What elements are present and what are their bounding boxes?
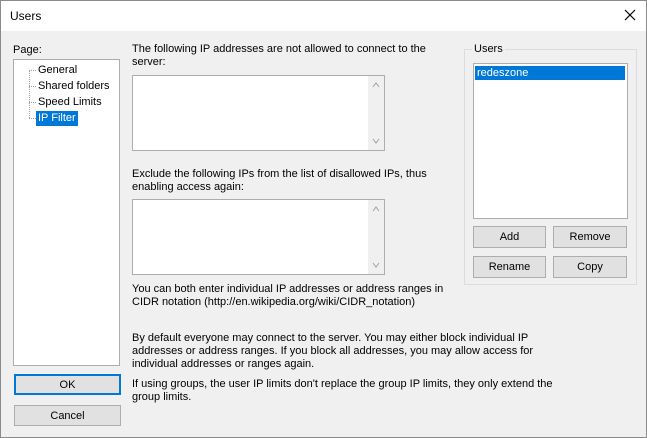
disallowed-ips-label: The following IP addresses are not allow… [132, 43, 426, 68]
close-button[interactable] [614, 1, 646, 31]
window-title: Users [10, 9, 42, 23]
tree-item-shared-folders[interactable]: Shared folders [36, 79, 112, 94]
disallowed-ips-scrollbar[interactable] [368, 76, 384, 150]
tree-connector [29, 118, 36, 119]
close-icon [624, 9, 636, 21]
exclude-ips-label: Exclude the following IPs from the list … [132, 168, 427, 193]
disallowed-ips-textarea[interactable] [132, 75, 385, 151]
rename-user-button[interactable]: Rename [473, 256, 546, 278]
user-list-item[interactable]: redeszone [475, 66, 625, 80]
copy-user-button[interactable]: Copy [553, 256, 627, 278]
group-limits-hint-text: If using groups, the user IP limits don'… [132, 378, 553, 403]
tree-item-general[interactable]: General [36, 63, 79, 78]
ok-button[interactable]: OK [14, 374, 121, 395]
tree-connector [29, 86, 36, 87]
remove-user-button[interactable]: Remove [553, 226, 627, 248]
title-bar[interactable]: Users [1, 1, 646, 31]
exclude-ips-scrollbar[interactable] [368, 200, 384, 274]
scroll-down-icon[interactable] [372, 261, 380, 269]
tree-connector [29, 70, 30, 118]
default-access-hint-text: By default everyone may connect to the s… [132, 332, 534, 370]
exclude-ips-textarea[interactable] [132, 199, 385, 275]
tree-item-speed-limits[interactable]: Speed Limits [36, 95, 104, 110]
cidr-hint-text: You can both enter individual IP address… [132, 283, 444, 308]
page-label: Page: [13, 44, 42, 56]
tree-connector [29, 70, 36, 71]
cancel-button[interactable]: Cancel [14, 405, 121, 426]
users-groupbox-title: Users [472, 43, 505, 56]
page-tree[interactable]: General Shared folders Speed Limits IP F… [13, 59, 120, 366]
scroll-up-icon[interactable] [372, 81, 380, 89]
scroll-down-icon[interactable] [372, 137, 380, 145]
tree-item-ip-filter[interactable]: IP Filter [36, 111, 78, 126]
tree-connector [29, 102, 36, 103]
scroll-up-icon[interactable] [372, 205, 380, 213]
add-user-button[interactable]: Add [473, 226, 546, 248]
users-list[interactable]: redeszone [473, 63, 628, 219]
users-dialog: Users Page: General Shared folders Speed… [0, 0, 647, 438]
